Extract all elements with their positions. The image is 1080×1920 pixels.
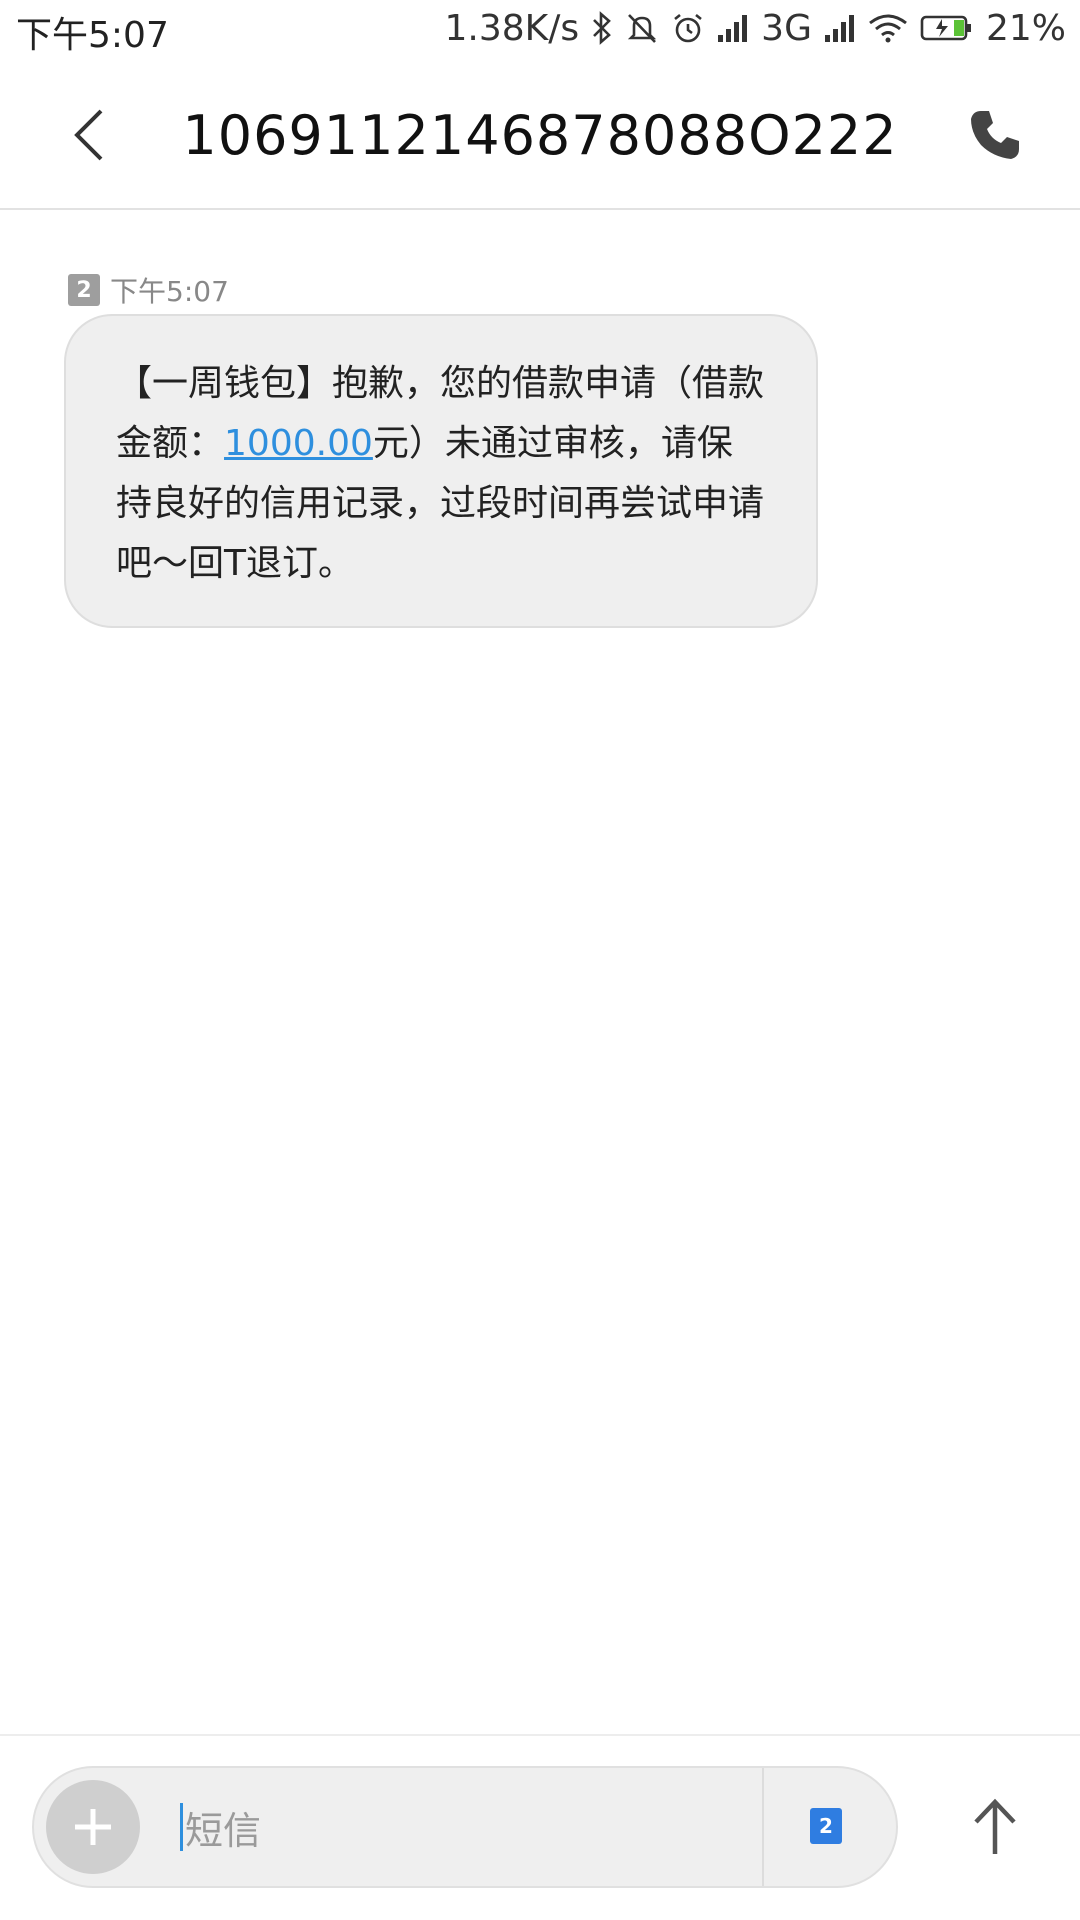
amount-link[interactable]: 1000.00: [224, 423, 373, 464]
alarm-icon: [671, 11, 705, 45]
status-icons: 1.38K/s 3G 21%: [445, 6, 1066, 50]
composer-divider: [0, 1734, 1080, 1736]
send-button[interactable]: [958, 1790, 1032, 1864]
network-speed: 1.38K/s: [444, 7, 580, 49]
network-type: 3G: [761, 7, 812, 49]
plus-icon: [75, 1809, 111, 1845]
attach-button[interactable]: [46, 1780, 140, 1874]
message-time: 下午5:07: [110, 275, 229, 308]
bluetooth-icon: [591, 11, 613, 45]
composer-separator: [762, 1768, 764, 1886]
sim-select-button[interactable]: 2: [810, 1808, 842, 1844]
arrow-up-icon: [974, 1798, 1016, 1854]
signal-icon-2: [824, 13, 856, 43]
status-bar: 下午5:07 1.38K/s 3G 21%: [0, 0, 1080, 60]
status-time: 下午5:07: [16, 15, 169, 56]
page-title: 1069112146878088O222: [182, 104, 898, 167]
mute-bell-icon: [625, 11, 659, 45]
sim-badge: 2: [68, 274, 100, 306]
call-button[interactable]: [960, 100, 1030, 170]
text-cursor: [180, 1803, 183, 1851]
conversation-header: 1069112146878088O222: [0, 60, 1080, 210]
message-input-placeholder: 短信: [185, 1808, 262, 1853]
battery-level: 21%: [985, 7, 1066, 49]
message-meta: 2 下午5:07: [68, 270, 229, 310]
composer: 短信 2: [32, 1766, 898, 1888]
signal-icon: [717, 13, 749, 43]
phone-icon: [971, 111, 1019, 159]
message-input[interactable]: 短信: [180, 1796, 780, 1858]
wifi-icon: [868, 13, 908, 43]
battery-charging-icon: [920, 14, 974, 42]
message-bubble[interactable]: 【一周钱包】抱歉，您的借款申请（借款金额：1000.00元）未通过审核，请保持良…: [64, 314, 818, 628]
